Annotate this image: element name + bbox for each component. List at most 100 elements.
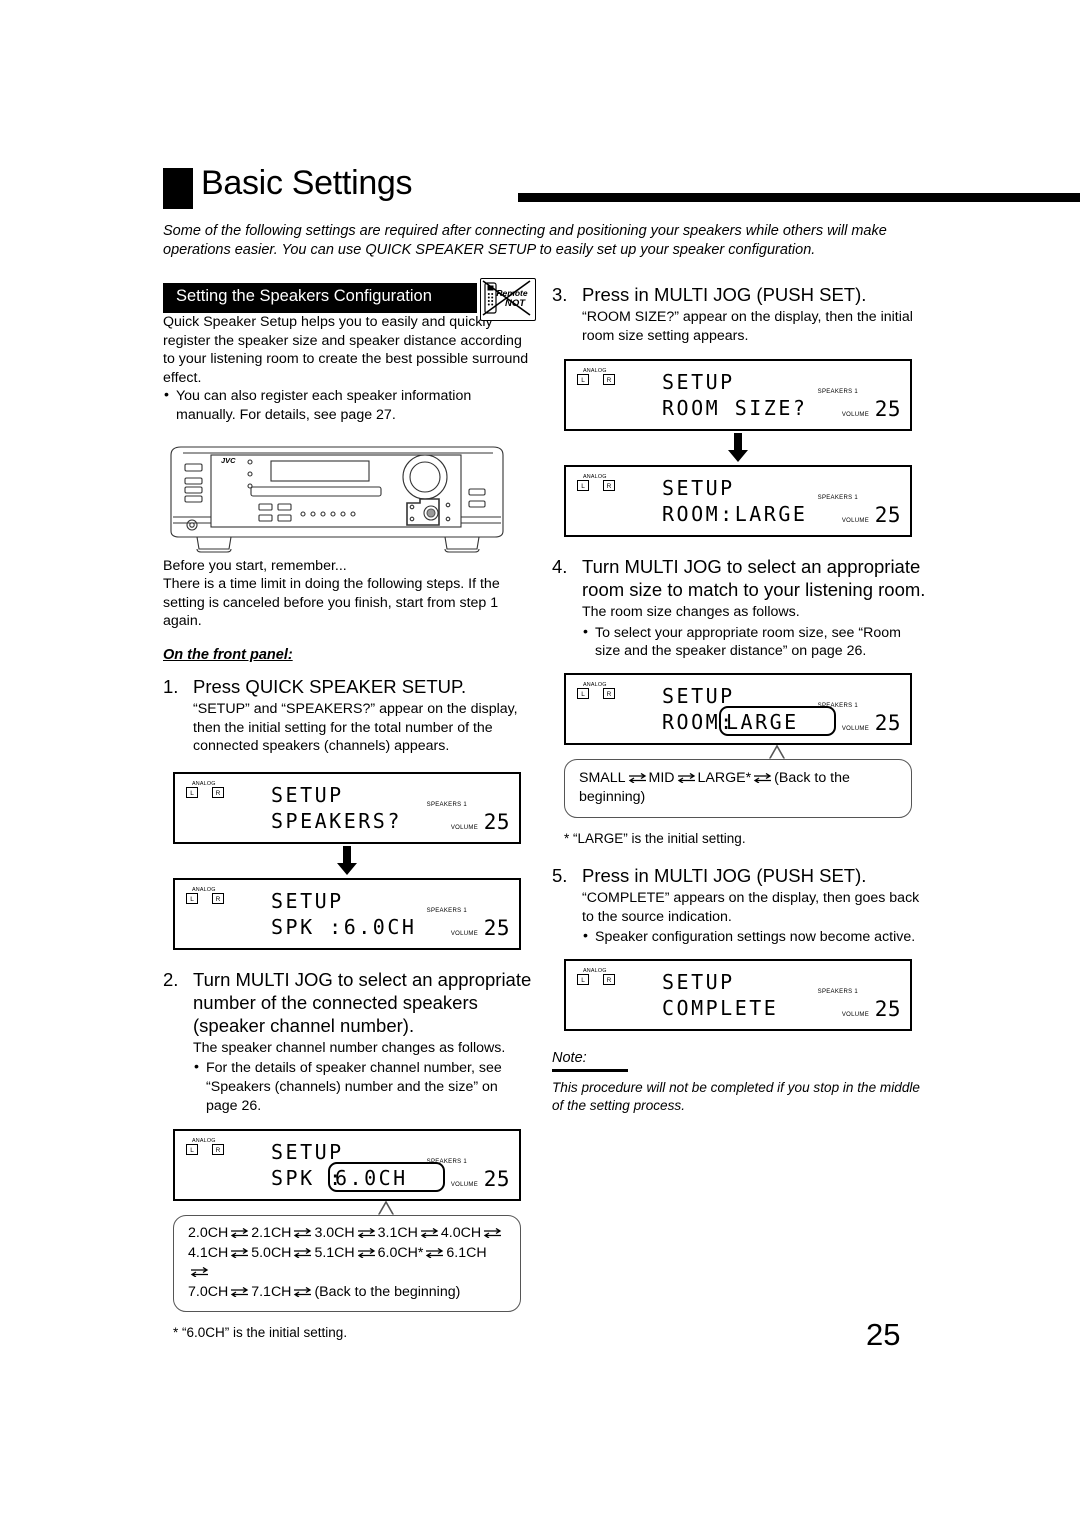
lcd-right-channel-indicator: R bbox=[212, 786, 224, 798]
before-you-start-text: There is a time limit in doing the follo… bbox=[163, 576, 500, 630]
lcd-display-speakers-question: ANALOG L R SETUP SPEAKERS? SPEAKERS 1 VO… bbox=[173, 771, 521, 844]
step-5-number: 5. bbox=[552, 864, 568, 886]
bidirectional-arrow-icon bbox=[293, 1228, 312, 1239]
bidirectional-arrow-icon bbox=[190, 1267, 209, 1278]
room-sequence-callout: SMALL MID LARGE* (Back to the beginning) bbox=[564, 744, 912, 818]
lcd-line-2: ROOM SIZE? bbox=[662, 396, 808, 421]
channel-sequence-row-3: 7.0CH 7.1CH (Back to the beginning) bbox=[188, 1283, 508, 1303]
lcd-volume-label: VOLUME bbox=[450, 824, 478, 831]
step-2-bullet: For the details of speaker channel numbe… bbox=[193, 1058, 533, 1115]
lcd-display-spk-6-0ch-highlighted: ANALOG L R SETUP SPK : 6.0CH SPEAKERS 1 … bbox=[173, 1129, 521, 1202]
step-4-footnote: * “LARGE” is the initial setting. bbox=[564, 830, 746, 846]
lcd-left-channel-indicator: L bbox=[186, 786, 198, 798]
lcd-right-channel-indicator: R bbox=[212, 1144, 224, 1156]
lcd-left-channel-indicator: L bbox=[186, 892, 198, 904]
lcd-display-room-large: ANALOG L R SETUP ROOM:LARGE SPEAKERS 1 V… bbox=[564, 465, 912, 538]
title-rule bbox=[518, 193, 1080, 202]
lcd-volume-value: 25 bbox=[483, 809, 510, 834]
flow-arrow-down bbox=[564, 431, 912, 465]
bidirectional-arrow-icon bbox=[230, 1228, 249, 1239]
lcd-display-complete: ANALOG L R SETUP COMPLETE SPEAKERS 1 VOL… bbox=[564, 958, 912, 1031]
lcd-right-channel-indicator: R bbox=[603, 973, 615, 985]
right-column: 3. Press in MULTI JOG (PUSH SET). “ROOM … bbox=[552, 283, 930, 1116]
manual-page: Basic Settings Some of the following set… bbox=[0, 0, 1080, 1529]
page-title: Basic Settings bbox=[201, 164, 413, 202]
lcd-volume-value: 25 bbox=[874, 397, 901, 422]
note-body: This procedure will not be completed if … bbox=[552, 1079, 920, 1114]
lcd-left-channel-indicator: L bbox=[577, 480, 589, 492]
section-header-label: Setting the Speakers Configuration bbox=[176, 287, 432, 305]
channel-value: 2.1CH bbox=[251, 1225, 292, 1242]
lcd-line-1: SETUP bbox=[271, 1140, 344, 1165]
lcd-volume-label: VOLUME bbox=[841, 412, 869, 419]
receiver-brand-label: JVC bbox=[221, 456, 236, 465]
room-size-value: SMALL bbox=[579, 769, 626, 786]
note-rule bbox=[552, 1068, 628, 1072]
remote-not-icon: Remote NOT bbox=[480, 278, 536, 321]
lcd-line-1: SETUP bbox=[662, 476, 735, 501]
lcd-speakers-label: SPEAKERS 1 bbox=[426, 801, 467, 808]
step-4: 4. Turn MULTI JOG to select an appropria… bbox=[552, 555, 930, 601]
bidirectional-arrow-icon bbox=[230, 1247, 249, 1258]
step-2-detail: The speaker channel number changes as fo… bbox=[193, 1039, 506, 1056]
step-1-number: 1. bbox=[163, 675, 179, 697]
lcd-channel-indicators: L R bbox=[186, 892, 238, 905]
page-number: 25 bbox=[866, 1317, 901, 1352]
channel-value: 3.1CH bbox=[377, 1225, 418, 1242]
step-3-title: Press in MULTI JOG (PUSH SET). bbox=[582, 284, 867, 305]
room-sequence-box: SMALL MID LARGE* (Back to the beginning) bbox=[564, 758, 912, 818]
lcd-speakers-label: SPEAKERS 1 bbox=[426, 1159, 467, 1166]
lcd-channel-indicators: L R bbox=[577, 374, 629, 386]
step-1: 1. Press QUICK SPEAKER SETUP. bbox=[163, 675, 533, 698]
bidirectional-arrow-icon bbox=[483, 1228, 502, 1239]
lcd-volume-label: VOLUME bbox=[841, 518, 869, 525]
left-column: Setting the Speakers Configuration Remot… bbox=[163, 278, 536, 1342]
channel-value: 5.1CH bbox=[314, 1244, 355, 1261]
step-2-title: Turn MULTI JOG to select an appropriate … bbox=[193, 968, 532, 1036]
lcd-channel-indicators: L R bbox=[577, 480, 629, 492]
channel-sequence-callout: 2.0CH 2.1CH 3.0CH 3.1CH 4.0CH 4.1CH 5.0CH 5.1C… bbox=[173, 1200, 521, 1313]
lcd-line-1: SETUP bbox=[662, 683, 735, 708]
lcd-right-channel-indicator: R bbox=[603, 374, 615, 386]
channel-value: 4.0CH bbox=[440, 1225, 482, 1242]
step-5-detail: “COMPLETE” appears on the display, then … bbox=[582, 889, 920, 925]
lcd-speakers-label: SPEAKERS 1 bbox=[817, 988, 858, 995]
channel-value: 5.0CH bbox=[251, 1244, 292, 1261]
section-intro-bullet: You can also register each speaker infor… bbox=[163, 386, 533, 424]
channel-sequence-loop-label: (Back to the beginning) bbox=[314, 1283, 461, 1300]
step-3-detail: “ROOM SIZE?” appear on the display, then… bbox=[582, 309, 913, 344]
bidirectional-arrow-icon bbox=[753, 773, 772, 784]
step-3-number: 3. bbox=[552, 284, 568, 305]
room-size-value: MID bbox=[648, 769, 675, 786]
lcd-left-channel-indicator: L bbox=[577, 687, 589, 699]
lcd-volume-label: VOLUME bbox=[450, 930, 478, 937]
lcd-speakers-label: SPEAKERS 1 bbox=[817, 702, 858, 709]
bidirectional-arrow-icon bbox=[628, 773, 647, 784]
lcd-line-1: SETUP bbox=[662, 969, 735, 994]
lcd-volume-value: 25 bbox=[483, 915, 510, 940]
lcd-line-1: SETUP bbox=[271, 888, 344, 913]
lcd-highlight-box bbox=[328, 1162, 445, 1193]
flow-arrow-down bbox=[173, 844, 521, 878]
lcd-right-channel-indicator: R bbox=[212, 892, 224, 904]
lcd-volume-value: 25 bbox=[483, 1167, 510, 1192]
lcd-line-1: SETUP bbox=[271, 782, 344, 807]
lcd-left-channel-indicator: L bbox=[577, 973, 589, 985]
channel-value: 2.0CH bbox=[188, 1225, 229, 1242]
bidirectional-arrow-icon bbox=[677, 773, 696, 784]
bidirectional-arrow-icon bbox=[357, 1228, 376, 1239]
section-header: Setting the Speakers Configuration Remot… bbox=[163, 278, 536, 321]
channel-value: 7.0CH bbox=[188, 1283, 229, 1300]
bidirectional-arrow-icon bbox=[293, 1286, 312, 1297]
lcd-left-channel-indicator: L bbox=[577, 374, 589, 386]
channel-sequence-box: 2.0CH 2.1CH 3.0CH 3.1CH 4.0CH 4.1CH 5.0CH 5.1C… bbox=[173, 1215, 521, 1313]
bidirectional-arrow-icon bbox=[425, 1247, 444, 1258]
lcd-speakers-label: SPEAKERS 1 bbox=[817, 495, 858, 502]
lcd-volume-value: 25 bbox=[874, 710, 901, 735]
lcd-right-channel-indicator: R bbox=[603, 687, 615, 699]
lcd-volume-label: VOLUME bbox=[841, 725, 869, 732]
bidirectional-arrow-icon bbox=[357, 1247, 376, 1258]
channel-value: 6.1CH bbox=[446, 1244, 487, 1261]
receiver-illustration: JVC bbox=[163, 439, 523, 557]
lcd-line-2: COMPLETE bbox=[662, 995, 779, 1020]
